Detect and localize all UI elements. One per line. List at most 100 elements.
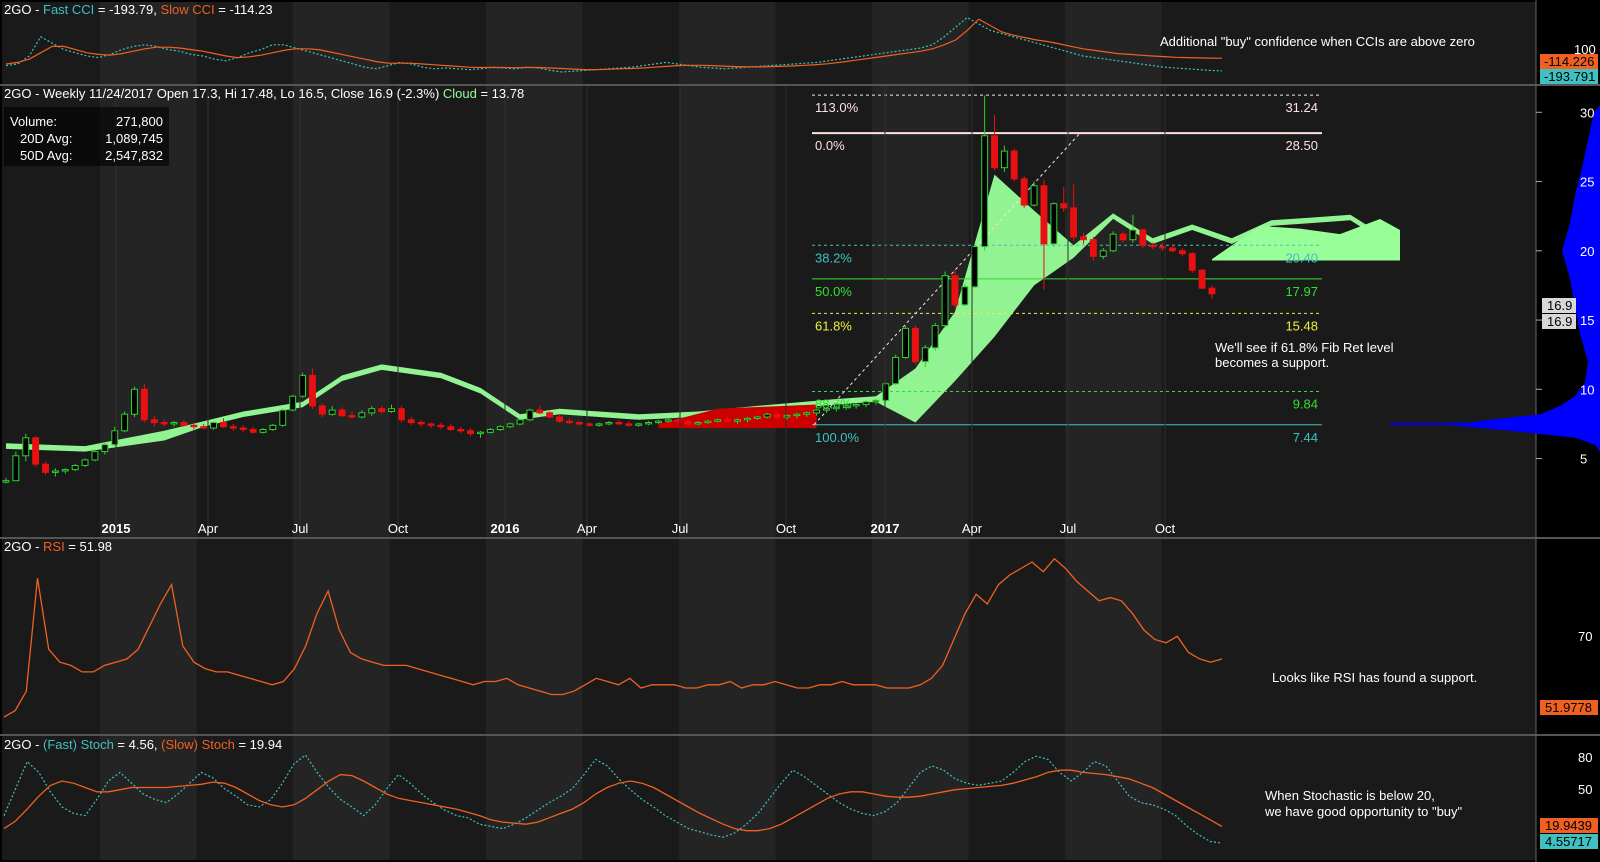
candle-body [388,408,396,413]
candle-body [289,395,297,411]
candle-body [832,406,840,410]
fib-price-label: 15.48 [1285,318,1318,333]
price-tick-label: 5 [1580,452,1587,467]
candle-body [1050,203,1058,245]
fib-price-label: 28.50 [1285,138,1318,153]
candle-body [1208,287,1216,295]
svg-text:2GO - (Fast) Stoch = 4.56, (Sl: 2GO - (Fast) Stoch = 4.56, (Slow) Stoch … [4,737,282,752]
fib-annotation-line-2: becomes a support. [1215,355,1329,370]
candle-body [664,419,672,422]
stat-value: 1,089,745 [105,131,163,146]
candle-body [961,286,969,306]
candle-body [1129,229,1137,241]
candle-body [734,419,741,422]
candle-body [131,388,138,415]
stoch-axis-tick: 50 [1578,782,1592,797]
rsi-value: = 51.98 [65,539,112,554]
candle-body [931,325,939,349]
month-band [1065,2,1162,84]
x-tick-label: Jul [1060,521,1077,536]
candle-body [506,423,514,428]
candle-body [32,437,40,465]
candle-body [1099,250,1107,257]
candle-body [467,430,475,435]
candle-body [793,413,801,417]
candle-body [595,423,603,426]
candle-body [407,419,415,424]
stoch-ticker: 2GO - [4,737,43,752]
candle-body [160,422,168,425]
candle-body [496,426,504,431]
candle-body [526,409,534,421]
x-tick-label: 2016 [491,521,520,536]
candle-body [1089,239,1097,257]
candle-body [101,444,109,453]
fib-pct-label: 113.0% [815,100,859,115]
candle-body [1119,233,1127,241]
candle-body [259,429,267,433]
x-tick-label: Apr [577,521,598,536]
month-band [872,539,969,734]
candle-body [338,409,346,417]
candle-body [1020,178,1028,206]
x-tick-label: Apr [198,521,219,536]
x-tick-label: 2015 [102,521,131,536]
fib-pct-label: 0.0% [815,138,845,153]
x-tick-label: Oct [1155,521,1176,536]
month-band [486,2,583,84]
candle-body [111,430,119,446]
candle-body [170,422,178,425]
candle-body [378,408,386,413]
x-tick-label: Apr [962,521,983,536]
candle-body [447,426,455,431]
candle-body [684,420,692,425]
month-band [872,736,969,860]
candle-body [61,469,69,472]
candle-body [328,409,336,415]
fib-price-label: 31.24 [1285,100,1318,115]
candle-body [655,420,662,424]
month-band [679,2,776,84]
candle-body [239,427,247,431]
candle-body [645,422,652,425]
candle-body [140,388,148,421]
month-band [293,86,390,537]
candle-body [81,459,89,466]
candle-body [1178,250,1186,255]
candle-body [42,463,49,473]
cci-ticker: 2GO - [4,2,43,17]
candle-body [1060,203,1068,209]
svg-text:2GO - Fast CCI = -193.79, Slow: 2GO - Fast CCI = -193.79, Slow CCI = -11… [4,2,273,17]
candle-body [348,415,356,418]
cci-slow-badge: -114.226 [1544,54,1594,69]
fib-price-label: 7.44 [1293,430,1318,445]
candle-body [556,416,563,422]
fast-cci-label: Fast CCI [43,2,94,17]
stat-value: 271,800 [116,114,163,129]
month-band [872,86,969,537]
candle-body [704,420,712,424]
candle-body [457,429,465,432]
candle-body [1030,185,1038,206]
rsi-label: RSI [43,539,65,554]
candle-body [872,399,880,403]
fib-price-label: 20.40 [1285,250,1318,265]
candle-body [635,423,643,426]
price-tick-label: 25 [1580,175,1594,190]
rsi-annotation: Looks like RSI has found a support. [1272,670,1477,685]
candle-body [477,431,484,435]
rsi-axis-tick: 70 [1578,629,1592,644]
month-band [293,2,390,84]
price-tick-label: 30 [1580,105,1594,120]
candle-body [358,412,366,418]
candle-body [486,429,494,433]
candle-body [1169,247,1176,252]
x-tick-label: Jul [292,521,309,536]
candle-body [842,405,850,408]
candle-body [71,465,79,471]
candle-body [368,408,376,414]
month-band [293,736,390,860]
candle-body [249,429,257,433]
candle-body [605,422,613,425]
candle-body [22,437,30,457]
